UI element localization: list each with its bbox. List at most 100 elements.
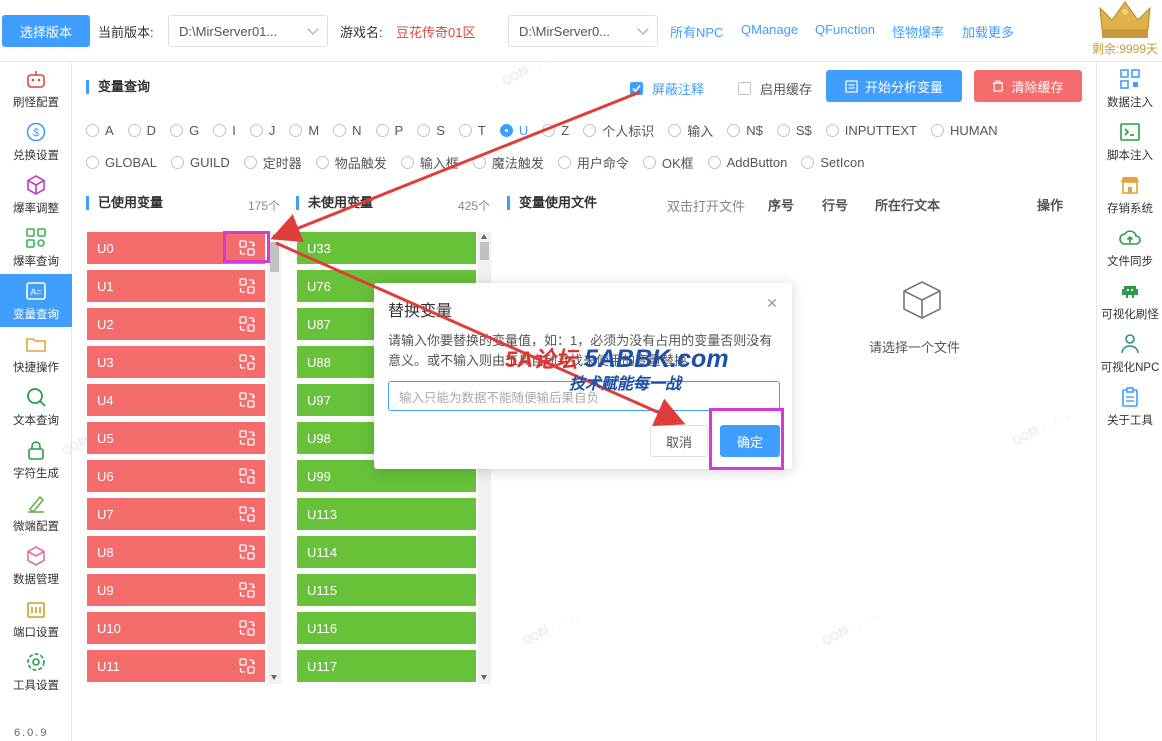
radio-seticon[interactable]: SetIcon [801,155,864,170]
radio-定时器[interactable]: 定时器 [243,153,302,172]
radio-j[interactable]: J [249,123,275,138]
replace-icon[interactable] [239,582,255,598]
enable-cache-checkbox[interactable]: 启用缓存 [738,79,812,98]
sidebar-item-exchange[interactable]: $ 兑换设置 [0,115,72,168]
replace-icon[interactable] [239,658,255,674]
sidebar-item-data-manage[interactable]: 数据管理 [0,539,72,592]
sidebar-item-script-inject[interactable]: 脚本注入 [1097,115,1162,168]
variable-name: U3 [97,354,114,370]
close-icon[interactable]: ✕ [766,295,778,312]
hide-comments-checkbox[interactable]: 屏蔽注释 [630,79,704,98]
list-item[interactable]: U113 [297,498,476,530]
replace-icon[interactable] [239,544,255,560]
radio-s-[interactable]: S$ [776,123,812,138]
sidebar-item-about[interactable]: 关于工具 [1097,380,1162,433]
replace-value-input[interactable]: 输入只能为数据不能随便输后果自负 [388,381,780,411]
list-item[interactable]: U115 [297,574,476,606]
radio-u[interactable]: U [499,123,528,138]
radio-d[interactable]: D [127,123,156,138]
radio-物品触发[interactable]: 物品触发 [315,153,387,172]
sidebar-item-store-system[interactable]: 存销系统 [1097,168,1162,221]
lock-icon [28,441,44,460]
watermark: QQ群 · · · · · [520,610,582,648]
grid-search-icon [26,228,46,248]
sidebar-item-visual-spawn[interactable]: 可视化刷怪 [1097,274,1162,327]
sidebar-item-visual-npc[interactable]: 可视化NPC [1097,327,1162,380]
clear-cache-button[interactable]: 清除缓存 [974,70,1082,102]
path-select[interactable]: D:\MirServer0... [508,15,658,47]
sidebar-item-data-inject[interactable]: 数据注入 [1097,62,1162,115]
replace-icon[interactable] [239,278,255,294]
sidebar-item-drop-query[interactable]: 爆率查询 [0,221,72,274]
list-item[interactable]: U116 [297,612,476,644]
radio-i[interactable]: I [213,123,236,138]
sidebar-item-tool-settings[interactable]: 工具设置 [0,645,72,698]
replace-icon[interactable] [239,354,255,370]
link-monster-drop[interactable]: 怪物爆率 [892,22,944,41]
radio-n[interactable]: N [333,123,362,138]
radio-p[interactable]: P [375,123,403,138]
radio-ok框[interactable]: OK框 [642,153,694,172]
chevron-down-icon [307,23,319,35]
link-all-npc[interactable]: 所有NPC [670,22,723,41]
list-item[interactable]: U33 [297,232,476,264]
analyze-variables-button[interactable]: 开始分析变量 [826,70,962,102]
radio-用户命令[interactable]: 用户命令 [557,153,629,172]
sidebar-item-char-gen[interactable]: 字符生成 [0,433,72,486]
list-item[interactable]: U2 [87,308,265,340]
list-item[interactable]: U8 [87,536,265,568]
radio-m[interactable]: M [289,123,319,138]
radio-g[interactable]: G [170,123,199,138]
link-qmanage[interactable]: QManage [741,22,798,37]
radio-guild[interactable]: GUILD [171,155,230,170]
radio-addbutton[interactable]: AddButton [707,155,787,170]
sidebar-item-quick-ops[interactable]: 快捷操作 [0,327,72,380]
list-item[interactable]: U6 [87,460,265,492]
list-item[interactable]: U11 [87,650,265,682]
radio-输入[interactable]: 输入 [668,121,713,140]
radio-a[interactable]: A [86,123,114,138]
sidebar-item-spawn-config[interactable]: 刷怪配置 [0,62,72,115]
list-item[interactable]: U114 [297,536,476,568]
sidebar-item-variable-query[interactable]: A= 变量查询 [0,274,72,327]
list-item[interactable]: U9 [87,574,265,606]
radio-z[interactable]: Z [542,123,569,138]
scroll-thumb[interactable] [270,242,279,272]
radio-个人标识[interactable]: 个人标识 [583,121,654,140]
list-item[interactable]: U3 [87,346,265,378]
variable-name: U9 [97,582,114,598]
replace-icon[interactable] [239,430,255,446]
replace-icon[interactable] [239,620,255,636]
list-item[interactable]: U1 [87,270,265,302]
radio-t[interactable]: T [458,123,486,138]
sidebar-item-port-settings[interactable]: 端口设置 [0,592,72,645]
radio-s[interactable]: S [417,123,445,138]
sidebar-item-drop-adjust[interactable]: 爆率调整 [0,168,72,221]
variable-name: U0 [97,240,114,256]
radio-魔法触发[interactable]: 魔法触发 [472,153,544,172]
radio-global[interactable]: GLOBAL [86,155,157,170]
used-list-scrollbar[interactable] [268,232,281,684]
radio-输入框[interactable]: 输入框 [400,153,459,172]
radio-inputtext[interactable]: INPUTTEXT [825,123,917,138]
sidebar-item-file-sync[interactable]: 文件同步 [1097,221,1162,274]
list-item[interactable]: U5 [87,422,265,454]
replace-icon[interactable] [239,316,255,332]
radio-n-[interactable]: N$ [727,123,763,138]
list-item[interactable]: U7 [87,498,265,530]
link-load-more[interactable]: 加载更多 [962,22,1014,41]
radio-human[interactable]: HUMAN [930,123,998,138]
select-version-button[interactable]: 选择版本 [2,15,90,47]
scroll-thumb[interactable] [480,242,489,260]
list-item[interactable]: U4 [87,384,265,416]
list-item[interactable]: U10 [87,612,265,644]
sidebar-item-text-search[interactable]: 文本查询 [0,380,72,433]
replace-icon[interactable] [239,468,255,484]
replace-icon[interactable] [239,506,255,522]
link-qfunction[interactable]: QFunction [815,22,875,37]
version-select[interactable]: D:\MirServer01... [168,15,328,47]
list-item[interactable]: U117 [297,650,476,682]
replace-icon[interactable] [239,392,255,408]
cancel-button[interactable]: 取消 [650,425,708,457]
sidebar-item-microclient[interactable]: 微端配置 [0,486,72,539]
